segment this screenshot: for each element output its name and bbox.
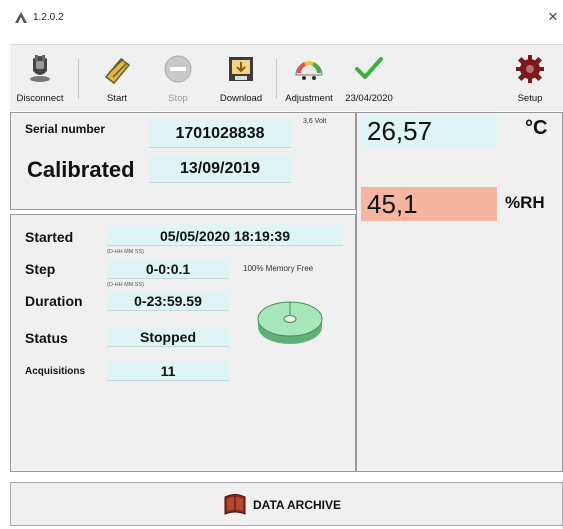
gear-icon — [516, 55, 544, 83]
memory-disk-icon — [257, 301, 323, 344]
setup-button[interactable]: Setup — [508, 53, 552, 109]
duration-label: Duration — [25, 293, 83, 309]
step-label: Step — [25, 261, 56, 277]
plug-icon — [30, 55, 50, 82]
acquisitions-label: Acquisitions — [25, 366, 86, 377]
data-archive-button[interactable]: DATA ARCHIVE — [221, 491, 381, 519]
download-icon — [229, 57, 253, 81]
started-field: 05/05/2020 18:19:39 — [107, 226, 343, 246]
app-version: 1.2.0.2 — [33, 12, 64, 23]
acquisition-panel: Started 05/05/2020 18:19:39 (D-HH MM SS)… — [10, 214, 356, 472]
start-button[interactable]: Start — [92, 53, 142, 109]
calibration-date-label: 23/04/2020 — [345, 93, 393, 104]
temperature-unit: °C — [525, 117, 548, 139]
app-icon — [15, 12, 27, 23]
status-label: Status — [25, 330, 68, 346]
duration-field: 0-23:59.59 — [107, 291, 229, 311]
stop-button[interactable]: Stop — [153, 53, 203, 109]
serial-number-field: 1701028838 — [149, 119, 291, 148]
calibrated-date-field: 13/09/2019 — [149, 155, 291, 183]
stop-label: Stop — [168, 93, 188, 104]
step-field: 0-0:0.1 — [107, 259, 229, 279]
humidity-field: 45,1 — [361, 187, 497, 221]
disconnect-button[interactable]: Disconnect — [10, 53, 70, 109]
toolbar: Disconnect Start Stop Download Adjustmen… — [10, 44, 563, 111]
status-field: Stopped — [107, 327, 229, 347]
disconnect-label: Disconnect — [16, 93, 64, 104]
start-icon — [104, 57, 131, 85]
adjustment-button[interactable]: Adjustment — [278, 53, 340, 109]
battery-voltage: 3,6 Volt — [303, 118, 327, 125]
stop-icon — [164, 55, 192, 83]
serial-number-label: Serial number — [25, 122, 106, 136]
checkmark-icon — [355, 57, 383, 79]
title-bar: 1.2.0.2 × — [0, 0, 563, 36]
acquisitions-field: 11 — [107, 361, 229, 381]
toolbar-separator — [78, 59, 79, 99]
duration-format-hint: (D-HH MM.SS) — [107, 282, 144, 288]
download-button[interactable]: Download — [210, 53, 272, 109]
step-format-hint: (D-HH MM SS) — [107, 249, 144, 255]
humidity-unit: %RH — [505, 193, 545, 212]
memory-free-text: 100% Memory Free — [243, 264, 314, 273]
calibrated-label: Calibrated — [27, 157, 135, 182]
data-archive-label: DATA ARCHIVE — [253, 498, 341, 512]
adjustment-label: Adjustment — [285, 93, 333, 104]
device-info-panel: Serial number 1701028838 3,6 Volt Calibr… — [10, 112, 356, 210]
toolbar-separator — [276, 59, 277, 99]
setup-label: Setup — [517, 93, 543, 104]
bottom-bar: DATA ARCHIVE — [10, 482, 563, 526]
started-label: Started — [25, 229, 74, 245]
archive-book-icon — [224, 494, 246, 515]
temperature-field: 26,57 — [361, 115, 497, 147]
readings-panel: 26,57 °C 45,1 %RH — [356, 112, 563, 472]
download-label: Download — [219, 93, 263, 104]
gauge-icon — [295, 61, 323, 80]
calibration-date-button[interactable]: 23/04/2020 — [340, 53, 398, 109]
start-label: Start — [106, 93, 128, 104]
close-button[interactable]: × — [548, 7, 558, 27]
